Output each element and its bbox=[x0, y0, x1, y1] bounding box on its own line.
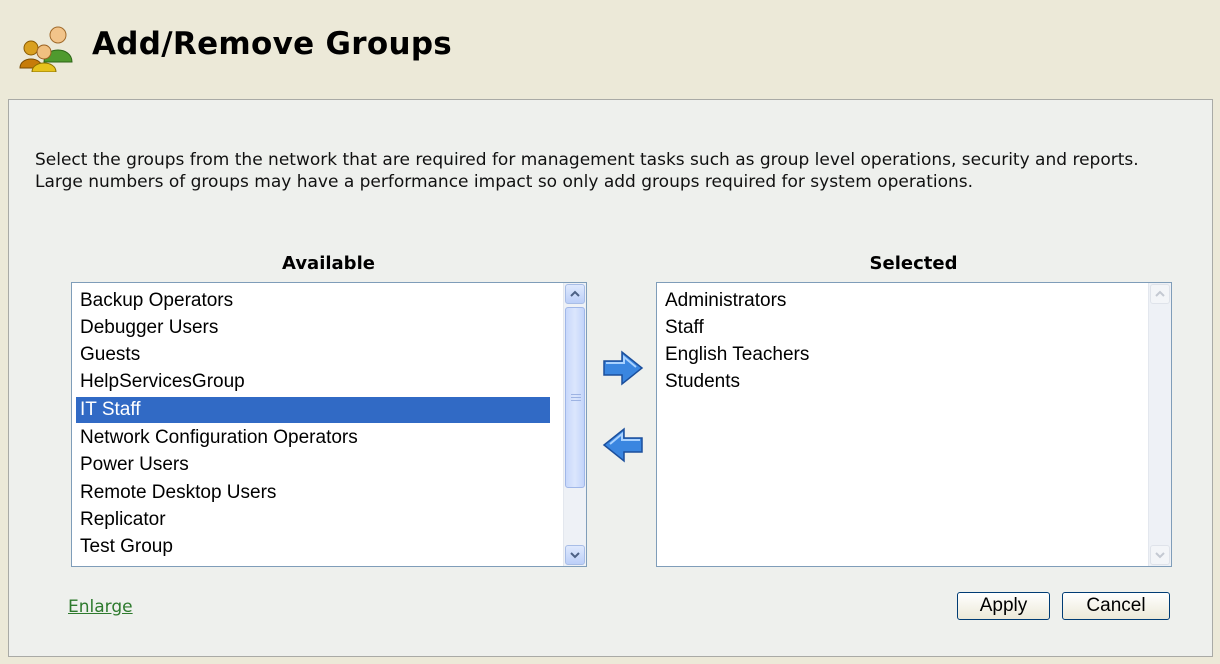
list-item[interactable]: Staff bbox=[661, 315, 704, 341]
remove-group-button[interactable] bbox=[602, 427, 644, 463]
list-item[interactable]: Students bbox=[661, 369, 740, 395]
chevron-up-icon bbox=[570, 290, 580, 297]
apply-button[interactable]: Apply bbox=[957, 592, 1050, 620]
scroll-down-button bbox=[1150, 545, 1170, 565]
list-item[interactable]: Remote Desktop Users bbox=[76, 480, 276, 506]
list-item[interactable]: Replicator bbox=[76, 507, 166, 533]
available-scrollbar[interactable] bbox=[563, 283, 586, 566]
page-title: Add/Remove Groups bbox=[92, 26, 453, 62]
list-item-selected[interactable]: IT Staff bbox=[75, 396, 551, 424]
list-item[interactable]: Administrators bbox=[661, 288, 786, 314]
scroll-down-button[interactable] bbox=[565, 545, 585, 565]
selected-scrollbar bbox=[1148, 283, 1171, 566]
list-item[interactable]: Network Configuration Operators bbox=[76, 425, 358, 451]
header: Add/Remove Groups bbox=[0, 0, 1220, 95]
selected-label: Selected bbox=[869, 253, 958, 274]
list-item[interactable]: HelpServicesGroup bbox=[76, 369, 245, 395]
groups-panel: Select the groups from the network that … bbox=[8, 99, 1213, 657]
chevron-down-icon bbox=[570, 552, 580, 559]
user-group-icon bbox=[19, 26, 73, 72]
list-item[interactable]: Backup Operators bbox=[76, 288, 233, 314]
add-group-button[interactable] bbox=[602, 350, 644, 386]
list-item[interactable]: Guests bbox=[76, 342, 140, 368]
scroll-up-button bbox=[1150, 284, 1170, 304]
list-item[interactable]: Power Users bbox=[76, 452, 189, 478]
scroll-up-button[interactable] bbox=[565, 284, 585, 304]
chevron-up-icon bbox=[1155, 290, 1165, 297]
available-listbox[interactable]: Backup Operators Debugger Users Guests H… bbox=[71, 282, 587, 567]
list-item[interactable]: Debugger Users bbox=[76, 315, 218, 341]
cancel-button[interactable]: Cancel bbox=[1062, 592, 1170, 620]
enlarge-link[interactable]: Enlarge bbox=[68, 597, 133, 617]
scroll-thumb[interactable] bbox=[565, 307, 585, 488]
selected-listbox[interactable]: Administrators Staff English Teachers St… bbox=[656, 282, 1172, 567]
list-item[interactable]: English Teachers bbox=[661, 342, 809, 368]
chevron-down-icon bbox=[1155, 552, 1165, 559]
list-item[interactable]: Test Group bbox=[76, 534, 173, 560]
available-label: Available bbox=[282, 253, 375, 274]
description-text: Select the groups from the network that … bbox=[35, 150, 1139, 192]
